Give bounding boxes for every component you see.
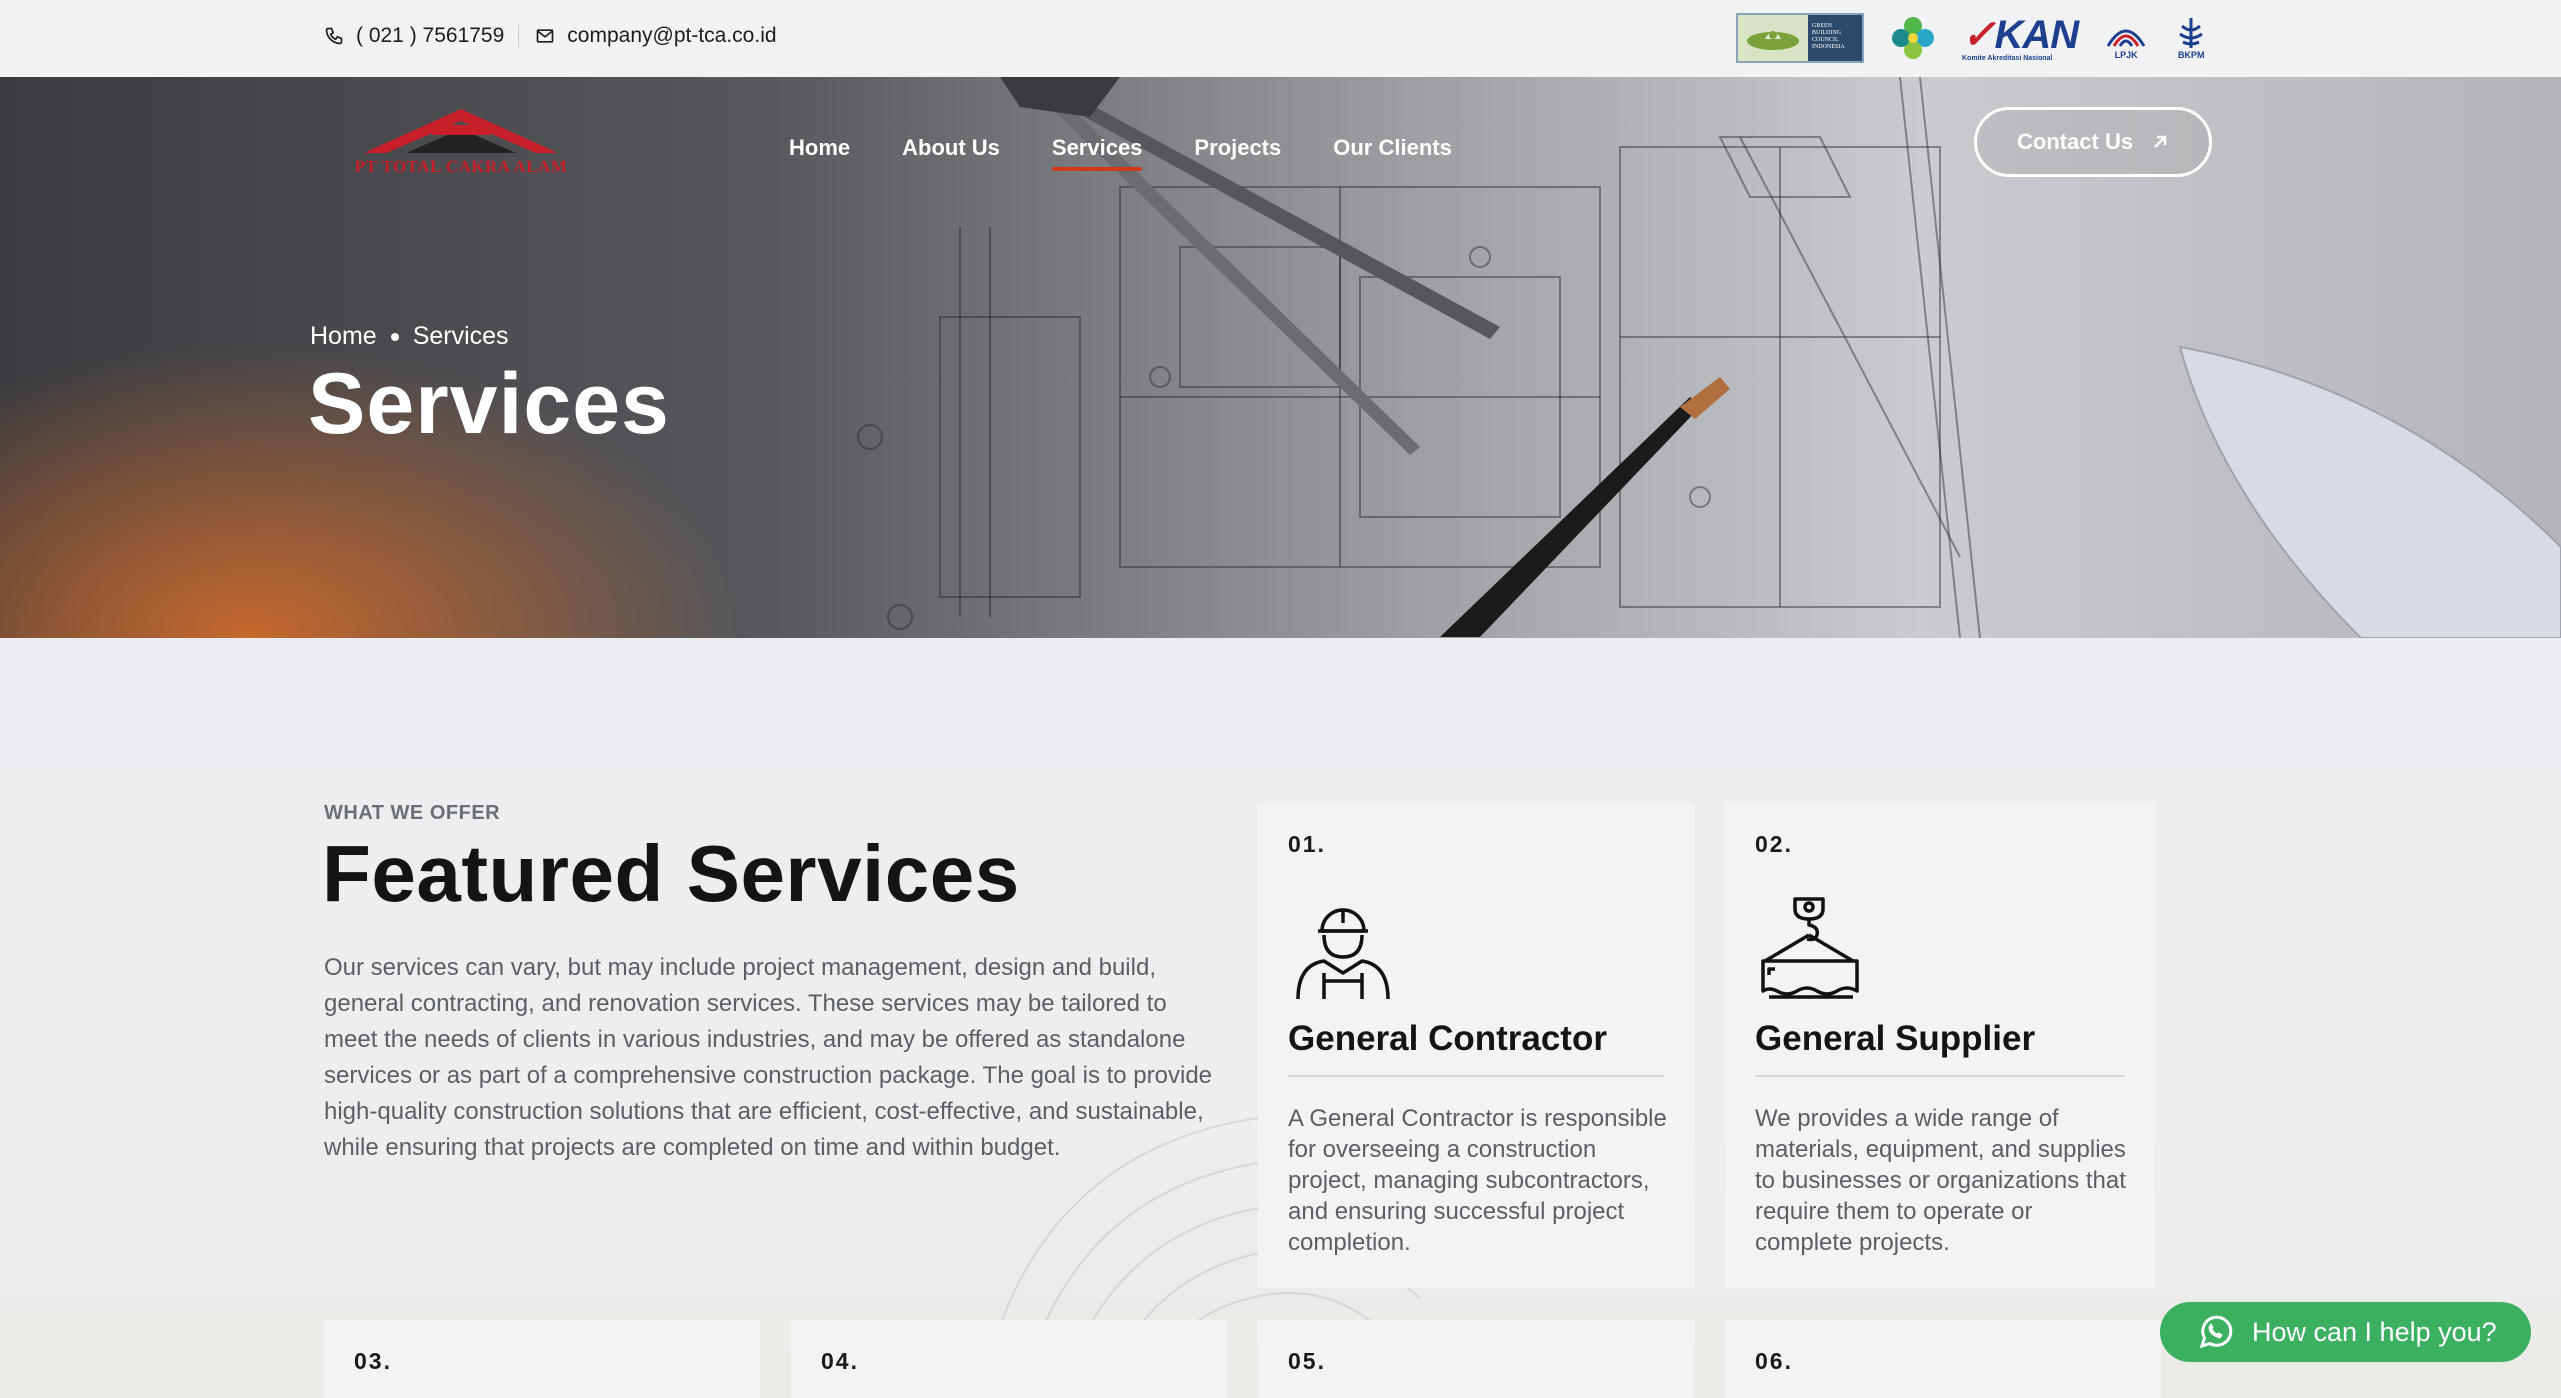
nav-services[interactable]: Services bbox=[1051, 135, 1142, 171]
service-card-04[interactable]: 04. bbox=[791, 1320, 1227, 1398]
contact-info: ( 021 ) 7561759 company@pt-tca.co.id bbox=[322, 24, 777, 48]
company-name: PT TOTAL CAKRA ALAM bbox=[354, 157, 568, 176]
nav-about-us[interactable]: About Us bbox=[902, 135, 1000, 171]
section-title: Featured Services bbox=[322, 829, 1020, 918]
card-description: We provides a wide range of materials, e… bbox=[1755, 1105, 2126, 1256]
card-number: 01. bbox=[1288, 831, 1326, 857]
section-description: Our services can vary, but may include p… bbox=[324, 954, 1213, 1161]
phone-icon bbox=[322, 24, 346, 48]
house-roof-icon bbox=[364, 109, 558, 153]
service-card-03[interactable]: 03. bbox=[324, 1320, 760, 1398]
breadcrumb-separator bbox=[390, 332, 399, 341]
breadcrumb-current: Services bbox=[412, 322, 509, 350]
card-number: 03. bbox=[354, 1348, 392, 1374]
nav-projects[interactable]: Projects bbox=[1194, 135, 1281, 171]
crane-hook-icon bbox=[1761, 897, 1859, 999]
phone-number[interactable]: ( 021 ) 7561759 bbox=[356, 24, 504, 48]
main-navigation: Home About Us Services Projects Our Clie… bbox=[789, 135, 1452, 171]
breadcrumb-home[interactable]: Home bbox=[310, 322, 377, 351]
card-number: 02. bbox=[1755, 831, 1793, 857]
whatsapp-icon bbox=[2199, 1315, 2233, 1349]
card-title: General Supplier bbox=[1755, 1019, 2036, 1058]
card-title: General Contractor bbox=[1288, 1019, 1607, 1058]
arrow-up-right-icon bbox=[2154, 135, 2167, 148]
card-number: 06. bbox=[1755, 1348, 1793, 1374]
featured-services-section: WHAT WE OFFER Featured Services Our serv… bbox=[0, 638, 2561, 1398]
whatsapp-chat-button[interactable]: How can I help you? bbox=[2160, 1302, 2531, 1362]
company-logo[interactable]: PT TOTAL CAKRA ALAM bbox=[336, 105, 586, 195]
hero-banner: PT TOTAL CAKRA ALAM Home About Us Servic… bbox=[0, 77, 2561, 638]
certification-logos: GREEN BUILDING COUNCIL INDONESIA ✓KAN Ko… bbox=[1736, 12, 2208, 64]
card-divider bbox=[1288, 1075, 1664, 1077]
chat-label: How can I help you? bbox=[2252, 1316, 2497, 1347]
green-building-council-logo: GREEN BUILDING COUNCIL INDONESIA bbox=[1736, 13, 1864, 63]
card-number: 04. bbox=[821, 1348, 859, 1374]
service-card-06[interactable]: 06. bbox=[1725, 1320, 2161, 1398]
mail-icon bbox=[533, 24, 557, 48]
section-eyebrow: WHAT WE OFFER bbox=[324, 802, 501, 824]
service-card-05[interactable]: 05. bbox=[1258, 1320, 1694, 1398]
nav-home[interactable]: Home bbox=[789, 135, 850, 171]
service-card-general-supplier[interactable]: 02. General Supplier We provides a wide … bbox=[1725, 803, 2155, 1288]
bkpm-logo: BKPM bbox=[2174, 16, 2208, 60]
kan-logo: ✓KAN Komite Akreditasi Nasional bbox=[1962, 12, 2079, 62]
breadcrumb: Home Services bbox=[310, 322, 509, 351]
lpjk-logo: LPJK bbox=[2104, 16, 2148, 60]
email-address[interactable]: company@pt-tca.co.id bbox=[567, 24, 776, 48]
card-number: 05. bbox=[1288, 1348, 1326, 1374]
divider bbox=[518, 25, 520, 47]
card-divider bbox=[1755, 1075, 2125, 1077]
nav-our-clients[interactable]: Our Clients bbox=[1333, 135, 1452, 171]
service-card-general-contractor[interactable]: 01. General Contractor A General Contrac… bbox=[1258, 803, 1694, 1288]
top-bar: ( 021 ) 7561759 company@pt-tca.co.id GRE… bbox=[0, 0, 2561, 77]
contact-us-button[interactable]: Contact Us bbox=[1974, 107, 2212, 177]
worker-icon bbox=[1296, 908, 1390, 1000]
card-description: A General Contractor is responsible for … bbox=[1288, 1105, 1667, 1256]
flower-logo bbox=[1892, 17, 1934, 59]
page-title: Services bbox=[308, 356, 670, 452]
